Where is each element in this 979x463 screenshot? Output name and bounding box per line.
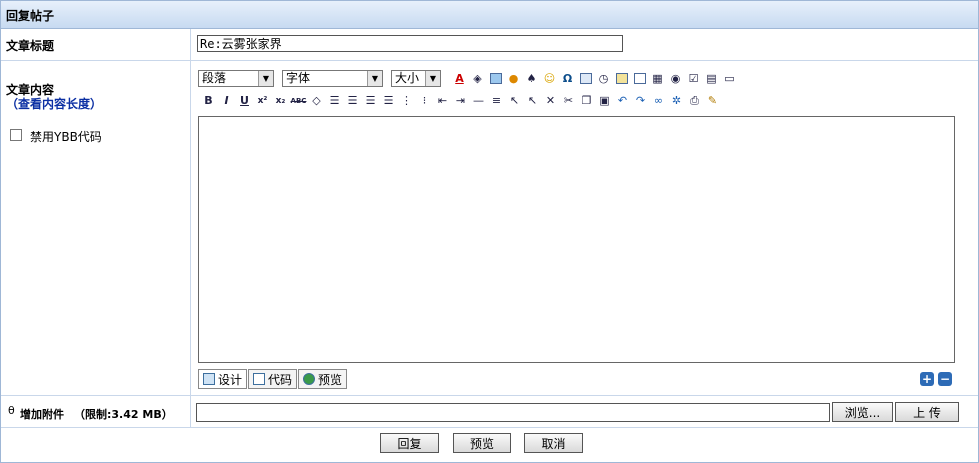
unordered-list-icon[interactable]: ⁝: [416, 92, 433, 109]
align-right-icon[interactable]: ☰: [362, 92, 379, 109]
underline-icon[interactable]: U: [236, 92, 253, 109]
toolbar-row-2: B I U x² x₂ ABC ◇ ☰ ☰ ☰ ☰ ⋮ ⁝ ⇤ ⇥ — ≡ ↖ …: [200, 92, 722, 109]
upload-button[interactable]: 上 传: [895, 402, 959, 422]
ordered-list-icon[interactable]: ⋮: [398, 92, 415, 109]
tab-preview[interactable]: 预览: [298, 369, 348, 389]
textfield-icon[interactable]: [631, 70, 648, 87]
italic-icon[interactable]: I: [218, 92, 235, 109]
paragraph-select-value: 段落: [202, 71, 227, 85]
strikethrough-icon[interactable]: ABC: [290, 92, 307, 109]
title-label: 文章标题: [6, 39, 55, 53]
paperclip-icon: θ: [8, 404, 15, 417]
align-left-icon[interactable]: ☰: [326, 92, 343, 109]
code-icon: [253, 373, 266, 385]
date-icon[interactable]: [577, 70, 594, 87]
align-justify-icon[interactable]: ☰: [380, 92, 397, 109]
find-icon[interactable]: ♠: [523, 70, 540, 87]
title-row: 文章标题: [1, 29, 978, 61]
check-length-open: （: [6, 97, 19, 111]
panel-title: 回复帖子: [6, 9, 55, 23]
outdent-icon[interactable]: ⇤: [434, 92, 451, 109]
panel-header: 回复帖子: [1, 1, 978, 29]
disable-ybb-checkbox[interactable]: [10, 129, 22, 141]
font-color-icon[interactable]: A: [451, 70, 468, 87]
tab-code[interactable]: 代码: [248, 369, 298, 389]
disable-ybb-label: 禁用YBB代码: [30, 130, 102, 144]
collapse-icon[interactable]: −: [938, 372, 952, 386]
superscript-icon[interactable]: x²: [254, 92, 271, 109]
tab-design-label: 设计: [218, 372, 243, 387]
design-icon: [203, 373, 215, 385]
indent-icon[interactable]: ⇥: [452, 92, 469, 109]
bold-icon[interactable]: B: [200, 92, 217, 109]
undo-icon[interactable]: ↶: [614, 92, 631, 109]
preview-button[interactable]: 预览: [453, 433, 511, 453]
reply-post-panel: 回复帖子 文章标题 文章内容 （查看内容长度） 禁用YBB代码 段落 ▼ 字体 …: [0, 0, 979, 463]
title-input[interactable]: [197, 35, 623, 52]
radio-icon[interactable]: ◉: [667, 70, 684, 87]
tab-code-label: 代码: [268, 372, 293, 387]
cut-icon[interactable]: ✂: [560, 92, 577, 109]
eraser-icon[interactable]: ◇: [308, 92, 325, 109]
tab-preview-label: 预览: [318, 372, 343, 387]
checkbox-icon[interactable]: ☑: [685, 70, 702, 87]
chevron-down-icon: ▼: [425, 71, 440, 86]
link-icon[interactable]: ∞: [650, 92, 667, 109]
print-icon[interactable]: ⎙: [686, 92, 703, 109]
attachment-file-input[interactable]: [196, 403, 830, 422]
horizontal-rule-icon[interactable]: —: [470, 92, 487, 109]
paste-icon[interactable]: ▣: [596, 92, 613, 109]
check-length-close: ）: [90, 97, 103, 111]
layer-icon[interactable]: [613, 70, 630, 87]
chevron-down-icon: ▼: [367, 71, 382, 86]
button-icon[interactable]: ▭: [721, 70, 738, 87]
image-icon[interactable]: [487, 70, 504, 87]
globe-icon: [303, 373, 316, 385]
expand-icon[interactable]: +: [920, 372, 934, 386]
attachment-limit: （限制:3.42 MB）: [74, 408, 173, 421]
reply-button[interactable]: 回复: [380, 433, 439, 453]
copy-icon[interactable]: ❐: [578, 92, 595, 109]
align-center-icon[interactable]: ☰: [344, 92, 361, 109]
subscript-icon[interactable]: x₂: [272, 92, 289, 109]
media-icon[interactable]: ●: [505, 70, 522, 87]
highlight-icon[interactable]: ◈: [469, 70, 486, 87]
cursor-plus-icon[interactable]: ↖: [506, 92, 523, 109]
table-icon[interactable]: ▦: [649, 70, 666, 87]
check-length-wrapper: （查看内容长度）: [6, 95, 102, 112]
clock-icon[interactable]: ◷: [595, 70, 612, 87]
cancel-button[interactable]: 取消: [524, 433, 583, 453]
delete-icon[interactable]: ✕: [542, 92, 559, 109]
paragraph-select[interactable]: 段落 ▼: [198, 70, 274, 87]
form-icon[interactable]: ▤: [703, 70, 720, 87]
tab-design[interactable]: 设计: [198, 369, 248, 389]
font-select-value: 字体: [286, 71, 311, 85]
chevron-down-icon: ▼: [258, 71, 273, 86]
toolbar-row-1: A ◈ ● ♠ ☺ Ω ◷ ▦ ◉ ☑ ▤ ▭: [451, 70, 739, 87]
browse-button[interactable]: 浏览...: [832, 402, 893, 422]
paragraph-icon[interactable]: ≡: [488, 92, 505, 109]
content-editor[interactable]: [198, 116, 955, 363]
unlink-icon[interactable]: ✲: [668, 92, 685, 109]
cursor-icon[interactable]: ↖: [524, 92, 541, 109]
size-select-value: 大小: [395, 71, 420, 85]
redo-icon[interactable]: ↷: [632, 92, 649, 109]
clean-brush-icon[interactable]: ✎: [704, 92, 721, 109]
attachment-label: 增加附件: [20, 408, 64, 421]
font-select[interactable]: 字体 ▼: [282, 70, 383, 87]
size-select[interactable]: 大小 ▼: [391, 70, 441, 87]
special-char-icon[interactable]: Ω: [559, 70, 576, 87]
editor-mode-tabs: 设计 代码 预览: [198, 369, 348, 389]
check-length-link[interactable]: 查看内容长度: [18, 97, 90, 111]
emoticon-icon[interactable]: ☺: [541, 70, 558, 87]
